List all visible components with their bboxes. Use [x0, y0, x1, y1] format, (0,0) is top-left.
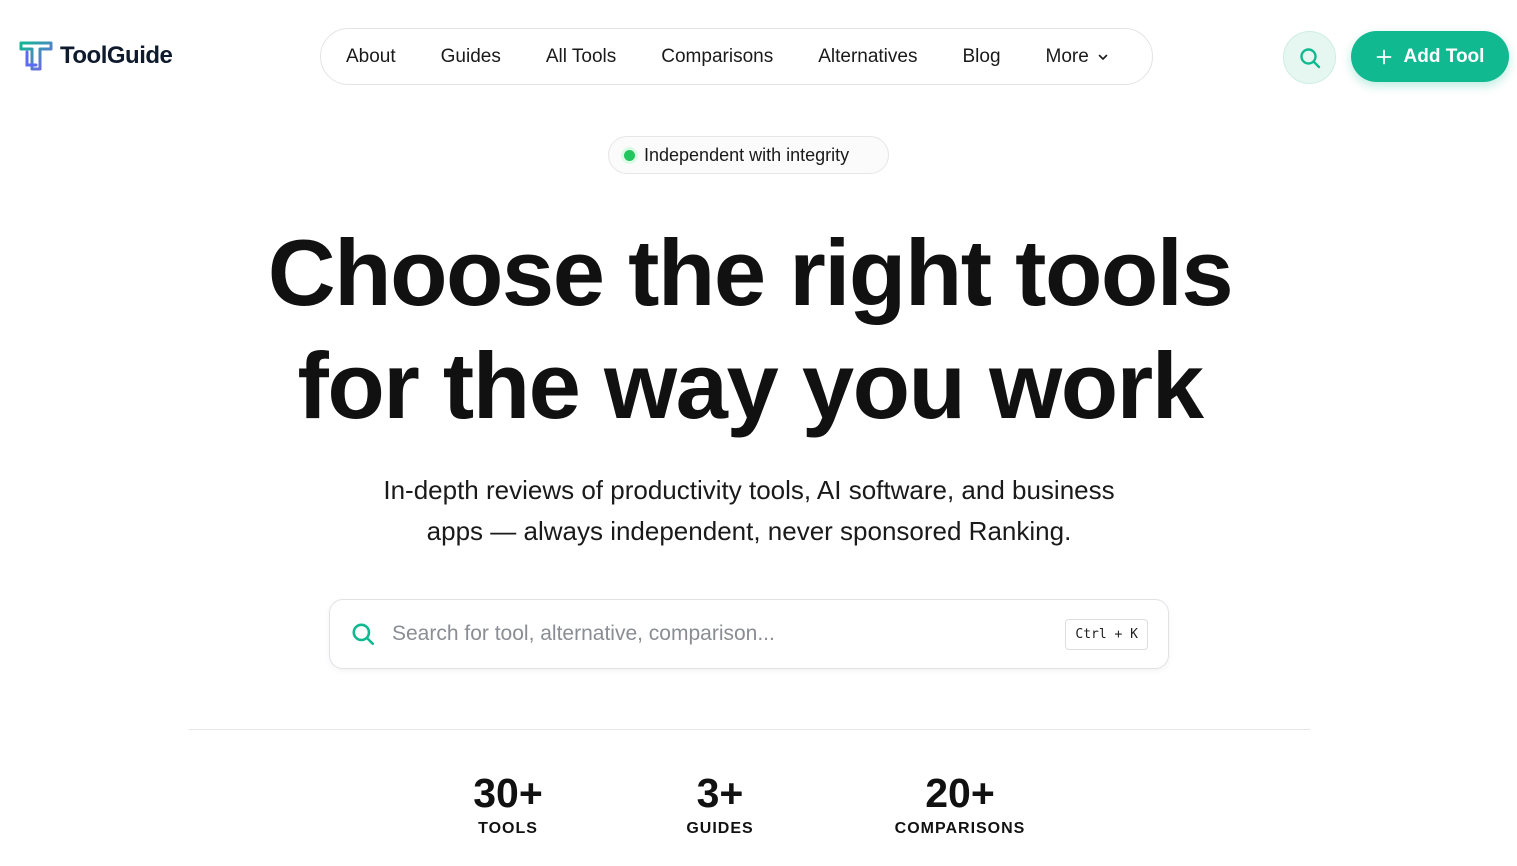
nav-guides[interactable]: Guides	[441, 46, 501, 68]
stat-tools: 30+ TOOLS	[458, 770, 558, 838]
brand-logo[interactable]: ToolGuide	[18, 38, 173, 74]
nav-about[interactable]: About	[346, 46, 396, 68]
chevron-down-icon	[1098, 54, 1108, 60]
main-search-bar[interactable]: Ctrl + K	[329, 599, 1169, 669]
nav-all-tools[interactable]: All Tools	[546, 46, 616, 68]
hero-title-line-2: for the way you work	[297, 333, 1204, 438]
search-input[interactable]	[390, 621, 1066, 647]
search-icon	[1299, 47, 1320, 68]
nav-more-dropdown[interactable]: More	[1046, 46, 1109, 68]
nav-alternatives[interactable]: Alternatives	[818, 46, 917, 68]
nav-blog[interactable]: Blog	[962, 46, 1000, 68]
nav-more-label: More	[1045, 45, 1089, 67]
status-dot-icon	[624, 149, 635, 161]
stat-guides: 3+ GUIDES	[670, 770, 770, 838]
brand-name: ToolGuide	[60, 42, 173, 69]
hero-subtitle-line-2: apps — always independent, never sponsor…	[426, 516, 1072, 546]
keyboard-shortcut-hint: Ctrl + K	[1065, 618, 1148, 650]
add-tool-button[interactable]: Add Tool	[1351, 31, 1509, 82]
header-search-button[interactable]	[1283, 31, 1336, 84]
search-icon	[352, 623, 375, 646]
nav-comparisons[interactable]: Comparisons	[661, 46, 773, 68]
tg-logo-icon	[19, 41, 53, 71]
hero-subtitle: In-depth reviews of productivity tools, …	[340, 470, 1158, 552]
stat-comparisons-value: 20+	[925, 770, 995, 816]
integrity-badge: Independent with integrity	[608, 136, 889, 174]
hero-subtitle-line-1: In-depth reviews of productivity tools, …	[383, 475, 1115, 505]
section-divider	[189, 729, 1310, 730]
stat-comparisons: 20+ COMPARISONS	[880, 770, 1040, 838]
stat-tools-value: 30+	[473, 770, 543, 816]
stat-comparisons-label: COMPARISONS	[894, 820, 1026, 837]
main-nav: About Guides All Tools Comparisons Alter…	[320, 28, 1153, 85]
integrity-badge-text: Independent with integrity	[644, 144, 850, 165]
stat-guides-label: GUIDES	[686, 820, 754, 837]
plus-icon	[1376, 49, 1391, 64]
hero-title: Choose the right tools for the way you w…	[0, 216, 1500, 442]
stat-tools-label: TOOLS	[478, 820, 538, 837]
hero-title-line-1: Choose the right tools	[267, 220, 1234, 325]
stat-guides-value: 3+	[696, 770, 744, 816]
add-tool-label: Add Tool	[1403, 45, 1485, 67]
